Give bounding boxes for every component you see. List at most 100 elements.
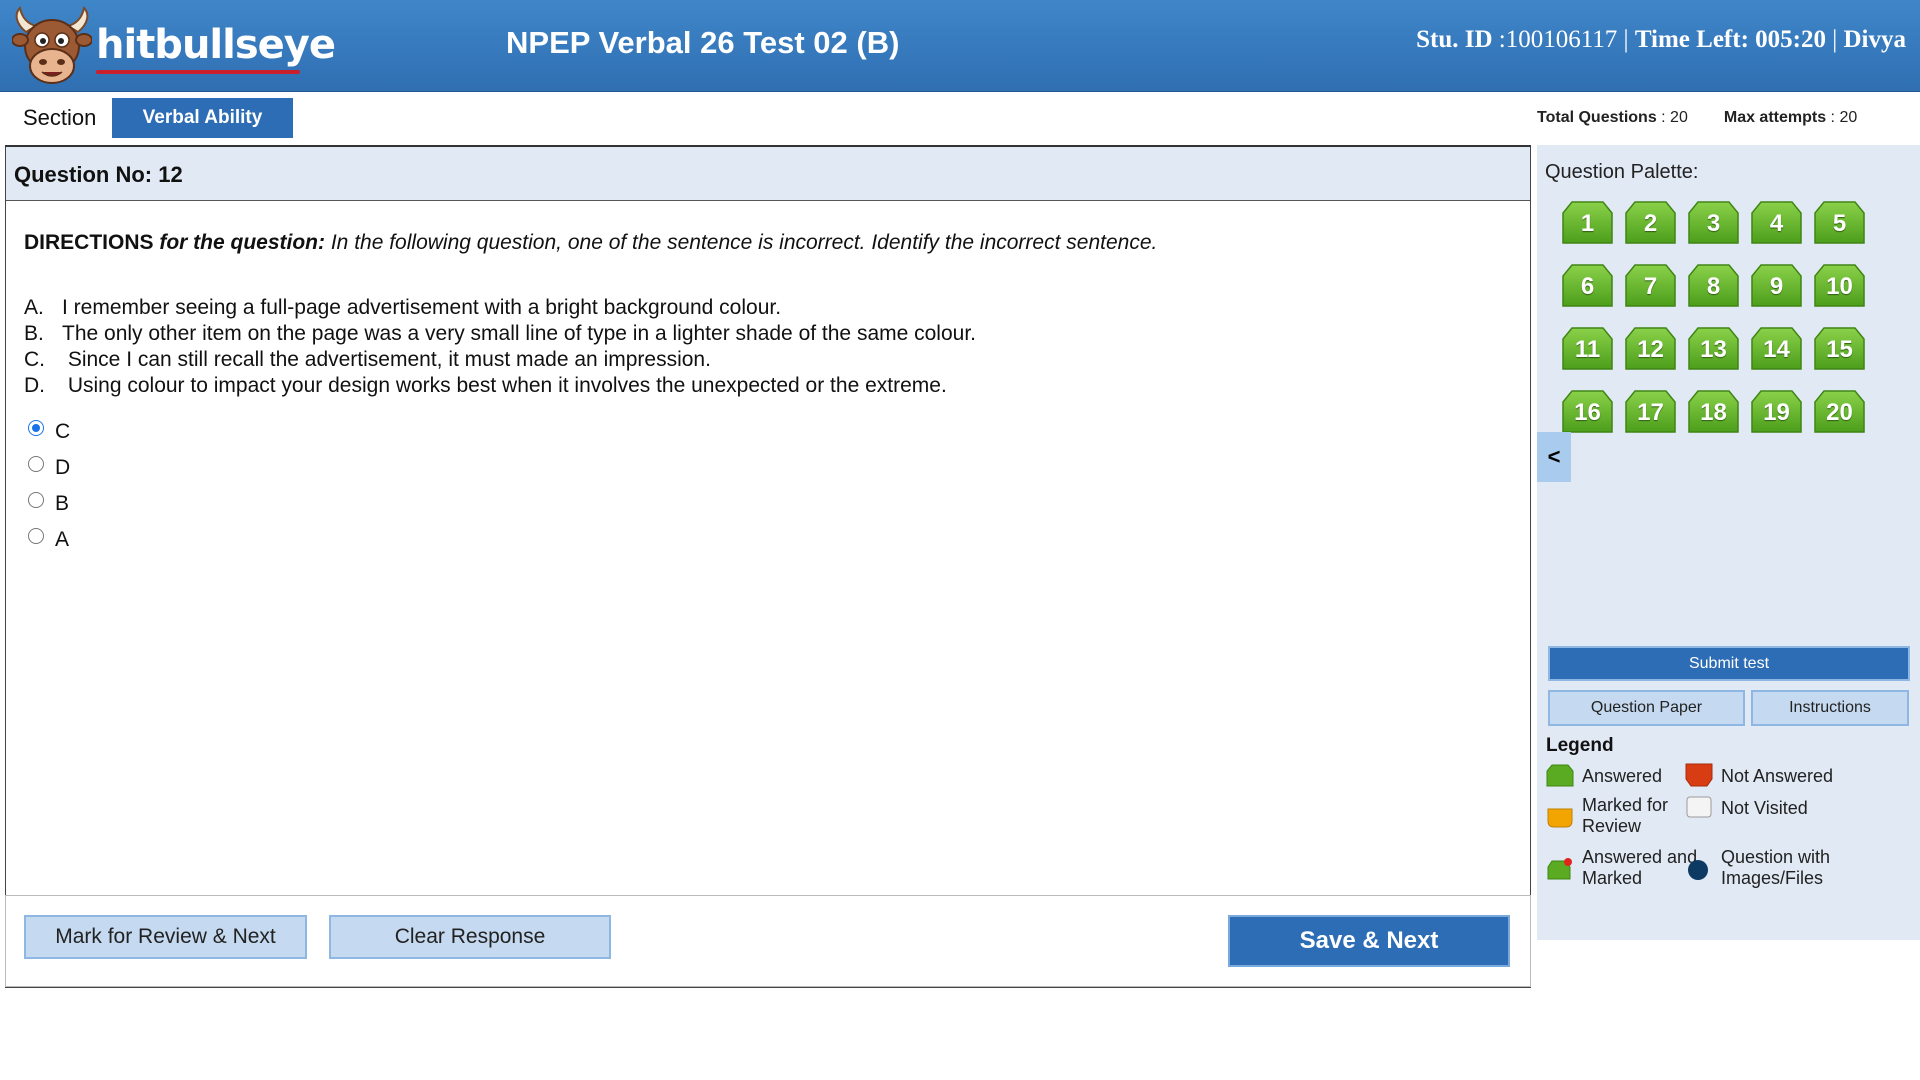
palette-question-number: 3 — [1706, 210, 1721, 237]
legend-answered: Answered — [1546, 763, 1662, 789]
palette-question-number: 7 — [1643, 273, 1658, 300]
palette-question-number: 19 — [1763, 399, 1790, 426]
palette-question-16[interactable]: 16 — [1562, 390, 1613, 433]
legend-label: Answered and Marked — [1582, 847, 1698, 888]
section-label: Section — [23, 105, 97, 130]
save-next-button[interactable]: Save & Next — [1228, 915, 1510, 967]
answered-status-icon — [1546, 763, 1574, 789]
instructions-button[interactable]: Instructions — [1751, 690, 1909, 726]
sentence-text: I remember seeing a full-page advertisem… — [62, 296, 782, 319]
palette-question-number: 4 — [1769, 210, 1784, 237]
option-b[interactable]: B — [28, 489, 70, 525]
palette-question-number: 9 — [1769, 273, 1784, 300]
palette-question-20[interactable]: 20 — [1814, 390, 1865, 433]
palette-question-number: 6 — [1580, 273, 1595, 300]
test-title: NPEP Verbal 26 Test 02 (B) — [506, 25, 900, 60]
legend-label: Not Answered — [1721, 765, 1834, 786]
palette-question-3[interactable]: 3 — [1688, 201, 1739, 244]
hitbullseye-logo: hitbullseye — [11, 5, 336, 90]
option-a[interactable]: A — [28, 525, 70, 561]
question-number: Question No: 12 — [14, 162, 183, 187]
header-bar: hitbullseye NPEP Verbal 26 Test 02 (B) S… — [0, 0, 1920, 92]
palette-question-7[interactable]: 7 — [1625, 264, 1676, 307]
radio-button[interactable] — [28, 492, 44, 508]
legend-label: Question with Images/Files — [1721, 847, 1831, 888]
palette-question-2[interactable]: 2 — [1625, 201, 1676, 244]
max-attempts-value: : 20 — [1826, 109, 1858, 126]
sentence-d: D. Using colour to impact your design wo… — [24, 373, 976, 399]
sentence-letter: D. — [24, 374, 45, 397]
legend-label: Answered — [1582, 765, 1663, 786]
legend-not-visited: Not Visited — [1685, 795, 1808, 821]
option-d[interactable]: D — [28, 453, 70, 489]
option-c[interactable]: C — [28, 417, 70, 453]
option-label: C — [55, 420, 71, 443]
palette-question-17[interactable]: 17 — [1625, 390, 1676, 433]
clear-response-button[interactable]: Clear Response — [329, 915, 611, 959]
sentence-letter: A. — [24, 296, 44, 319]
answer-options: C D B A — [28, 417, 70, 561]
palette-question-number: 10 — [1826, 273, 1853, 300]
sentence-list: A. I remember seeing a full-page advertis… — [24, 295, 976, 399]
palette-question-15[interactable]: 15 — [1814, 327, 1865, 370]
legend-not-answered: Not Answered — [1685, 763, 1833, 789]
marked-review-status-icon — [1546, 803, 1574, 829]
sentence-b: B. The only other item on the page was a … — [24, 321, 976, 347]
palette-question-8[interactable]: 8 — [1688, 264, 1739, 307]
palette-question-14[interactable]: 14 — [1751, 327, 1802, 370]
collapse-palette-button[interactable]: < — [1537, 432, 1571, 482]
student-info: Stu. ID :100106117 | Time Left: 005:20 |… — [1416, 26, 1906, 54]
question-paper-button[interactable]: Question Paper — [1548, 690, 1745, 726]
palette-question-number: 20 — [1826, 399, 1853, 426]
legend-label: Not Visited — [1721, 797, 1808, 818]
question-panel: Question No: 12 DIRECTIONS for the quest… — [5, 145, 1531, 988]
max-attempts-label: Max attempts — [1723, 109, 1827, 126]
sentence-text: Using colour to impact your design works… — [62, 374, 947, 397]
radio-button-selected[interactable] — [28, 420, 44, 436]
submit-test-button[interactable]: Submit test — [1548, 646, 1910, 681]
palette-title: Question Palette: — [1545, 161, 1699, 183]
palette-question-12[interactable]: 12 — [1625, 327, 1676, 370]
user-name: Divya — [1843, 26, 1907, 53]
palette-question-9[interactable]: 9 — [1751, 264, 1802, 307]
palette-question-number: 13 — [1700, 336, 1727, 363]
images-files-status-icon — [1685, 855, 1713, 881]
radio-button[interactable] — [28, 528, 44, 544]
legend-marked-for-review: Marked for Review — [1546, 795, 1668, 837]
legend-title: Legend — [1546, 735, 1614, 756]
sentence-text: Since I can still recall the advertiseme… — [62, 348, 711, 371]
palette-question-number: 2 — [1643, 210, 1658, 237]
palette-question-number: 5 — [1832, 210, 1847, 237]
sentence-a: A. I remember seeing a full-page advertis… — [24, 295, 976, 321]
palette-question-10[interactable]: 10 — [1814, 264, 1865, 307]
palette-question-19[interactable]: 19 — [1751, 390, 1802, 433]
palette-question-4[interactable]: 4 — [1751, 201, 1802, 244]
not-answered-status-icon — [1685, 763, 1713, 789]
sentence-letter: B. — [24, 322, 44, 345]
legend-answered-and-marked: Answered and Marked — [1546, 847, 1697, 889]
palette-question-number: 8 — [1706, 273, 1721, 300]
palette-question-number: 15 — [1826, 336, 1853, 363]
section-row: Section Verbal Ability Total Questions :… — [0, 91, 1920, 145]
palette-question-11[interactable]: 11 — [1562, 327, 1613, 370]
palette-question-number: 11 — [1574, 336, 1601, 363]
question-directions: DIRECTIONS for the question: In the foll… — [24, 231, 1157, 255]
palette-question-18[interactable]: 18 — [1688, 390, 1739, 433]
logo-text: hitbullseye — [96, 22, 336, 68]
palette-question-13[interactable]: 13 — [1688, 327, 1739, 370]
not-visited-status-icon — [1685, 795, 1713, 821]
radio-button[interactable] — [28, 456, 44, 472]
logo-underline — [96, 70, 300, 74]
sentence-c: C. Since I can still recall the advertis… — [24, 347, 976, 373]
palette-question-1[interactable]: 1 — [1562, 201, 1613, 244]
legend-question-with-images: Question with Images/Files — [1685, 847, 1830, 889]
palette-question-6[interactable]: 6 — [1562, 264, 1613, 307]
tab-verbal-ability[interactable]: Verbal Ability — [112, 98, 293, 138]
question-palette-panel: Question Palette: 1 2 3 4 5 6 7 8 9 10 11 12 13 14 15 1… — [1537, 145, 1920, 940]
question-number-bar: Question No: 12 — [6, 147, 1530, 201]
mark-for-review-next-button[interactable]: Mark for Review & Next — [24, 915, 307, 959]
palette-question-number: 18 — [1700, 399, 1727, 426]
info-separator: | — [1825, 26, 1844, 53]
palette-question-5[interactable]: 5 — [1814, 201, 1865, 244]
sentence-text: The only other item on the page was a ve… — [62, 322, 977, 345]
